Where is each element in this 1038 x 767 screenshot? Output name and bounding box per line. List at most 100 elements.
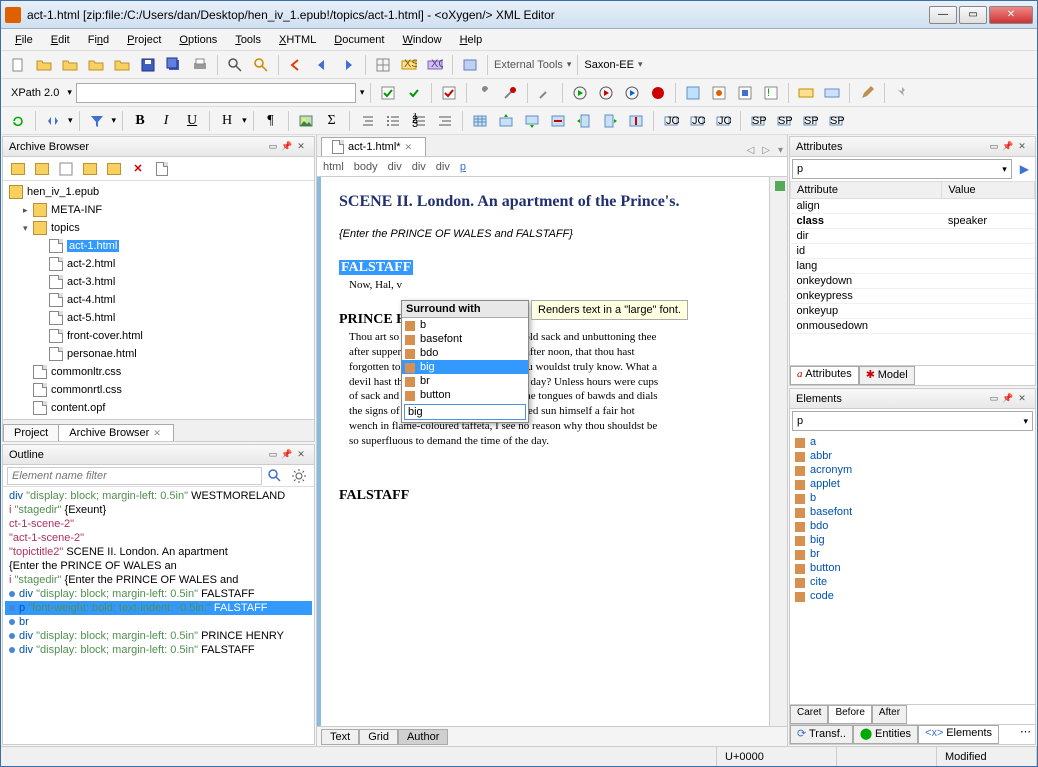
outline-item[interactable]: p "font-weight: bold; text-indent: -0.5i…	[5, 601, 312, 615]
list-bullet-icon[interactable]	[382, 110, 404, 132]
refresh-icon[interactable]	[7, 110, 29, 132]
archive-extract-icon[interactable]	[151, 158, 173, 180]
math-icon[interactable]: Σ	[321, 110, 343, 132]
minimize-button[interactable]: —	[929, 6, 957, 24]
outline-item[interactable]: div "display: block; margin-left: 0.5in"…	[5, 629, 312, 643]
split-h-icon[interactable]: SPLIT	[747, 110, 769, 132]
stop-icon[interactable]	[647, 82, 669, 104]
speech-text[interactable]: Now, Hal, v	[349, 278, 769, 293]
italic-icon[interactable]: I	[155, 110, 177, 132]
external-tools-label[interactable]: External Tools	[494, 59, 563, 71]
elements-context-dropdown[interactable]: p ▾	[792, 411, 1033, 431]
list-indent-icon[interactable]	[356, 110, 378, 132]
view-tab-text[interactable]: Text	[321, 729, 359, 745]
search-icon[interactable]	[264, 465, 286, 487]
print-icon[interactable]	[189, 54, 211, 76]
xpath-version-label[interactable]: XPath 2.0	[7, 87, 63, 99]
tab-close-icon[interactable]: ✕	[405, 142, 415, 152]
tab-model[interactable]: ✱ Model	[859, 366, 915, 385]
underline-icon[interactable]: U	[181, 110, 203, 132]
attribute-row[interactable]: onmousedown	[791, 319, 1035, 334]
table-col-left-icon[interactable]	[573, 110, 595, 132]
tree-item[interactable]: act-4.html	[5, 291, 312, 309]
outline-item[interactable]: {Enter the PRINCE OF WALES an	[5, 559, 312, 573]
panel-restore-icon[interactable]: ▭	[266, 448, 280, 462]
document-tab[interactable]: act-1.html* ✕	[321, 137, 426, 156]
panel-close-icon[interactable]: ✕	[294, 448, 308, 462]
menu-xhtml[interactable]: XHTML	[271, 32, 324, 48]
tags-display-icon[interactable]	[42, 110, 64, 132]
tab-list-icon[interactable]: ▾	[774, 145, 787, 156]
search-icon[interactable]	[224, 54, 246, 76]
pin-icon[interactable]	[891, 82, 913, 104]
save-all-icon[interactable]	[163, 54, 185, 76]
join-left-icon[interactable]: JOIN	[660, 110, 682, 132]
xquery-icon[interactable]: XQ	[424, 54, 446, 76]
table-row-below-icon[interactable]	[521, 110, 543, 132]
element-option[interactable]: b	[792, 491, 1033, 505]
transformer-label[interactable]: Saxon-EE	[584, 59, 634, 71]
join-right-icon[interactable]: JOIN	[686, 110, 708, 132]
validate-options-icon[interactable]	[403, 82, 425, 104]
back-icon[interactable]	[311, 54, 333, 76]
tree-item[interactable]: act-5.html	[5, 309, 312, 327]
table-icon[interactable]	[469, 110, 491, 132]
panel-close-icon[interactable]: ✕	[1015, 140, 1029, 154]
menu-document[interactable]: Document	[326, 32, 392, 48]
popup-option[interactable]: big	[402, 360, 528, 374]
element-option[interactable]: cite	[792, 575, 1033, 589]
filter-icon[interactable]	[86, 110, 108, 132]
insert3-icon[interactable]	[734, 82, 756, 104]
tree-item[interactable]: personae.html	[5, 345, 312, 363]
grid-icon[interactable]	[372, 54, 394, 76]
panel-close-icon[interactable]: ✕	[294, 140, 308, 154]
bottom-tab-transf[interactable]: ⟳ Transf..	[790, 725, 853, 744]
menu-project[interactable]: Project	[119, 32, 169, 48]
panel-restore-icon[interactable]: ▭	[266, 140, 280, 154]
undo-icon[interactable]	[285, 54, 307, 76]
popup-filter-input[interactable]	[404, 404, 526, 420]
outline-item[interactable]: div "display: block; margin-left: 0.5in"…	[5, 643, 312, 657]
archive-tree[interactable]: hen_iv_1.epub▸META-INF▾topicsact-1.htmla…	[3, 181, 314, 419]
tab-prev-icon[interactable]: ◁	[743, 145, 759, 156]
debug-icon[interactable]	[595, 82, 617, 104]
attribute-row[interactable]: id	[791, 244, 1035, 259]
paragraph-icon[interactable]: ¶	[260, 110, 282, 132]
outline-item[interactable]: i "stagedir" {Exeunt}	[5, 503, 312, 517]
xslt-icon[interactable]: XSLT	[398, 54, 420, 76]
edit-icon[interactable]	[856, 82, 878, 104]
element-option[interactable]: a	[792, 435, 1033, 449]
element-option[interactable]: bdo	[792, 519, 1033, 533]
open-icon[interactable]	[33, 54, 55, 76]
menu-help[interactable]: Help	[452, 32, 491, 48]
join-cell-icon[interactable]: JOIN	[712, 110, 734, 132]
validate-icon[interactable]	[377, 82, 399, 104]
archive-browser-icon[interactable]	[459, 54, 481, 76]
xpath-input[interactable]	[76, 83, 356, 103]
element-option[interactable]: big	[792, 533, 1033, 547]
outline-item[interactable]: "topictitle2" SCENE II. London. An apart…	[5, 545, 312, 559]
caret-tab-after[interactable]: After	[872, 705, 907, 724]
outline-item[interactable]: br	[5, 615, 312, 629]
element-option[interactable]: button	[792, 561, 1033, 575]
wrench-icon[interactable]	[473, 82, 495, 104]
caret-tab-caret[interactable]: Caret	[790, 705, 828, 724]
popup-option[interactable]: br	[402, 374, 528, 388]
menu-options[interactable]: Options	[171, 32, 225, 48]
view-tab-grid[interactable]: Grid	[359, 729, 398, 745]
element-option[interactable]: acronym	[792, 463, 1033, 477]
element-option[interactable]: code	[792, 589, 1033, 603]
outline-item[interactable]: div "display: block; margin-left: 0.5in"…	[5, 489, 312, 503]
elements-list[interactable]: aabbracronymappletbbasefontbdobigbrbutto…	[790, 433, 1035, 704]
archive-close-icon[interactable]	[55, 158, 77, 180]
bold-icon[interactable]: B	[129, 110, 151, 132]
tag2-icon[interactable]	[821, 82, 843, 104]
gutter-marker[interactable]	[775, 181, 785, 191]
check-icon[interactable]	[438, 82, 460, 104]
gear-icon[interactable]	[288, 465, 310, 487]
outline-tree[interactable]: div "display: block; margin-left: 0.5in"…	[3, 487, 314, 744]
tree-item[interactable]: commonltr.css	[5, 363, 312, 381]
split4-icon[interactable]: SPLIT	[825, 110, 847, 132]
attributes-table[interactable]: AttributeValue alignclassspeakerdiridlan…	[790, 181, 1035, 365]
element-option[interactable]: basefont	[792, 505, 1033, 519]
